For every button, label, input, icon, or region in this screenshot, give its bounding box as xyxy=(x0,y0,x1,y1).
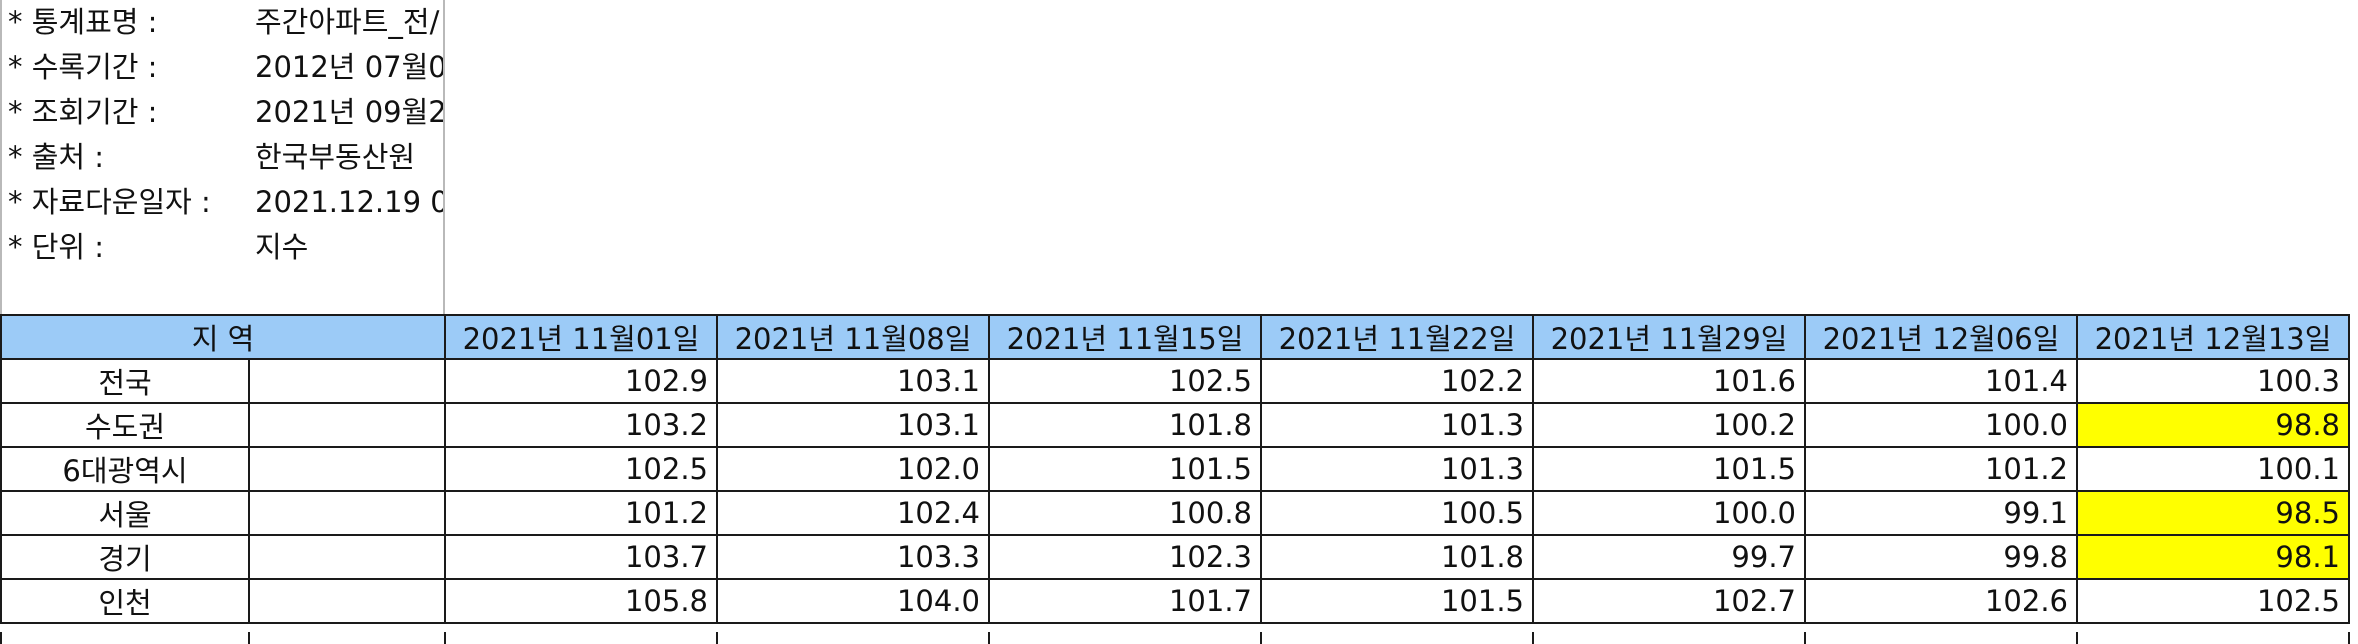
meta-row: * 통계표명 : 주간아파트_전/ xyxy=(0,0,444,45)
meta-row: * 수록기간 : 2012년 07월02 xyxy=(0,45,444,90)
meta-value[interactable]: 2012년 07월02 xyxy=(255,45,443,90)
value-cell[interactable]: 101.3 xyxy=(1260,402,1534,448)
region-cell[interactable]: 전국 xyxy=(0,358,250,404)
value-cell[interactable]: 102.5 xyxy=(444,446,718,492)
value-cell[interactable]: 102.0 xyxy=(716,446,990,492)
value-cell[interactable]: 101.7 xyxy=(988,578,1262,624)
column-header[interactable]: 2021년 11월29일 xyxy=(1532,314,1806,360)
meta-label[interactable]: * 수록기간 : xyxy=(8,45,157,90)
meta-value[interactable]: 지수 xyxy=(255,225,443,270)
region-cell[interactable]: 인천 xyxy=(0,578,250,624)
region-cell[interactable]: 경기 xyxy=(0,534,250,580)
column-header[interactable]: 2021년 11월01일 xyxy=(444,314,718,360)
value-cell[interactable]: 100.8 xyxy=(988,490,1262,536)
table-row: 인천 105.8 104.0 101.7 101.5 102.7 102.6 102.5 xyxy=(0,578,2350,624)
value-cell[interactable]: 100.2 xyxy=(1532,402,1806,448)
value-cell[interactable]: 101.4 xyxy=(1804,358,2078,404)
value-cell[interactable]: 101.5 xyxy=(988,446,1262,492)
region-header[interactable]: 지 역 xyxy=(0,314,446,360)
value-cell[interactable]: 103.2 xyxy=(444,402,718,448)
value-cell[interactable]: 98.8 xyxy=(2076,402,2350,448)
value-cell[interactable]: 101.6 xyxy=(1532,358,1806,404)
table-row: 수도권 103.2 103.1 101.8 101.3 100.2 100.0 98.8 xyxy=(0,402,2350,448)
meta-value[interactable]: 한국부동산원 xyxy=(255,135,443,180)
value-cell[interactable]: 104.0 xyxy=(716,578,990,624)
meta-label[interactable]: * 출처 : xyxy=(8,135,104,180)
value-cell[interactable]: 105.8 xyxy=(444,578,718,624)
partial-row xyxy=(0,632,2350,644)
region-cell[interactable]: 6대광역시 xyxy=(0,446,250,492)
value-cell[interactable]: 98.1 xyxy=(2076,534,2350,580)
table-row: 경기 103.7 103.3 102.3 101.8 99.7 99.8 98.1 xyxy=(0,534,2350,580)
value-cell[interactable]: 101.2 xyxy=(444,490,718,536)
meta-label[interactable]: * 단위 : xyxy=(8,225,104,270)
empty-cell[interactable] xyxy=(248,534,446,580)
region-cell[interactable]: 서울 xyxy=(0,490,250,536)
column-header[interactable]: 2021년 12월06일 xyxy=(1804,314,2078,360)
value-cell[interactable]: 102.4 xyxy=(716,490,990,536)
data-table: 지 역 2021년 11월01일 2021년 11월08일 2021년 11월15일… xyxy=(0,314,2350,624)
value-cell[interactable]: 100.3 xyxy=(2076,358,2350,404)
value-cell[interactable]: 100.1 xyxy=(2076,446,2350,492)
value-cell[interactable]: 100.0 xyxy=(1804,402,2078,448)
table-row: 6대광역시 102.5 102.0 101.5 101.3 101.5 101.2 100.1 xyxy=(0,446,2350,492)
empty-cell[interactable] xyxy=(248,358,446,404)
meta-row: * 자료다운일자 : 2021.12.19 00:5 xyxy=(0,180,444,225)
value-cell[interactable]: 100.0 xyxy=(1532,490,1806,536)
value-cell[interactable]: 101.2 xyxy=(1804,446,2078,492)
value-cell[interactable]: 102.5 xyxy=(2076,578,2350,624)
header-row: 지 역 2021년 11월01일 2021년 11월08일 2021년 11월15일… xyxy=(0,314,2350,360)
table-row: 전국 102.9 103.1 102.5 102.2 101.6 101.4 100.3 xyxy=(0,358,2350,404)
column-header[interactable]: 2021년 11월15일 xyxy=(988,314,1262,360)
meta-row: * 출처 : 한국부동산원 xyxy=(0,135,444,180)
value-cell[interactable]: 101.8 xyxy=(1260,534,1534,580)
value-cell[interactable]: 98.5 xyxy=(2076,490,2350,536)
empty-cell[interactable] xyxy=(248,490,446,536)
value-cell[interactable]: 101.3 xyxy=(1260,446,1534,492)
value-cell[interactable]: 102.9 xyxy=(444,358,718,404)
column-header[interactable]: 2021년 12월13일 xyxy=(2076,314,2350,360)
value-cell[interactable]: 102.7 xyxy=(1532,578,1806,624)
value-cell[interactable]: 102.3 xyxy=(988,534,1262,580)
value-cell[interactable]: 99.8 xyxy=(1804,534,2078,580)
value-cell[interactable]: 99.1 xyxy=(1804,490,2078,536)
column-header[interactable]: 2021년 11월08일 xyxy=(716,314,990,360)
meta-value[interactable]: 주간아파트_전/ xyxy=(255,0,443,45)
value-cell[interactable]: 103.3 xyxy=(716,534,990,580)
value-cell[interactable]: 103.1 xyxy=(716,358,990,404)
empty-cell[interactable] xyxy=(248,402,446,448)
value-cell[interactable]: 100.5 xyxy=(1260,490,1534,536)
value-cell[interactable]: 103.1 xyxy=(716,402,990,448)
meta-value[interactable]: 2021년 09월27 xyxy=(255,90,443,135)
column-header[interactable]: 2021년 11월22일 xyxy=(1260,314,1534,360)
table-row: 서울 101.2 102.4 100.8 100.5 100.0 99.1 98.5 xyxy=(0,490,2350,536)
region-cell[interactable]: 수도권 xyxy=(0,402,250,448)
value-cell[interactable]: 101.5 xyxy=(1260,578,1534,624)
value-cell[interactable]: 102.5 xyxy=(988,358,1262,404)
value-cell[interactable]: 99.7 xyxy=(1532,534,1806,580)
meta-label[interactable]: * 자료다운일자 : xyxy=(8,180,211,225)
meta-label[interactable]: * 조회기간 : xyxy=(8,90,157,135)
meta-label[interactable]: * 통계표명 : xyxy=(8,0,157,45)
value-cell[interactable]: 101.5 xyxy=(1532,446,1806,492)
value-cell[interactable]: 102.2 xyxy=(1260,358,1534,404)
meta-row: * 단위 : 지수 xyxy=(0,225,444,270)
value-cell[interactable]: 102.6 xyxy=(1804,578,2078,624)
value-cell[interactable]: 103.7 xyxy=(444,534,718,580)
empty-cell[interactable] xyxy=(248,446,446,492)
meta-row: * 조회기간 : 2021년 09월27 xyxy=(0,90,444,135)
empty-cell[interactable] xyxy=(248,578,446,624)
meta-value[interactable]: 2021.12.19 00:5 xyxy=(255,180,443,225)
value-cell[interactable]: 101.8 xyxy=(988,402,1262,448)
